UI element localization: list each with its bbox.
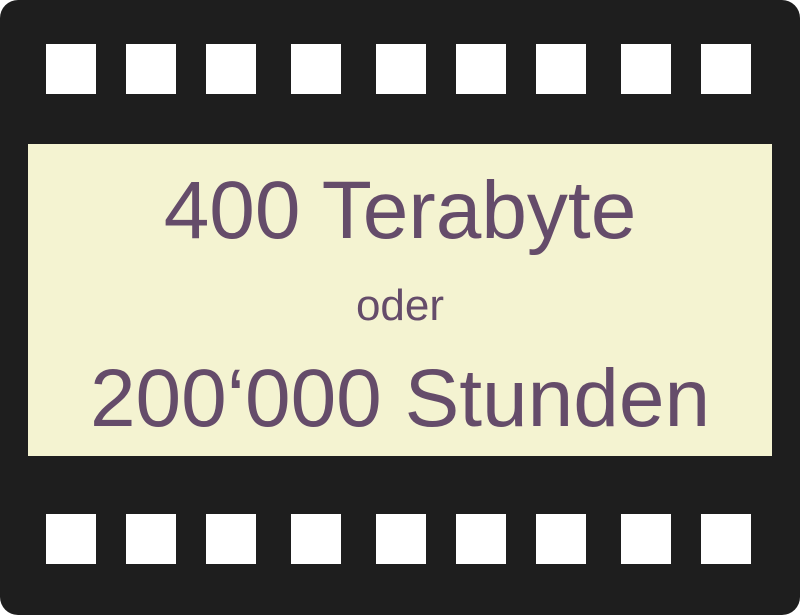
perforation-hole	[291, 514, 341, 564]
frame-text-line-1: 400 Terabyte	[163, 165, 637, 256]
perforation-hole	[126, 44, 176, 94]
perforation-hole	[701, 44, 751, 94]
perforation-hole	[376, 514, 426, 564]
perforation-hole	[46, 514, 96, 564]
perforation-hole	[621, 44, 671, 94]
perforation-hole	[126, 514, 176, 564]
frame-text-line-2: oder	[355, 281, 445, 330]
perforation-hole	[701, 514, 751, 564]
top-perforation-row	[0, 44, 800, 94]
perforation-hole	[291, 44, 341, 94]
perforation-hole	[46, 44, 96, 94]
perforation-hole	[456, 44, 506, 94]
filmstrip-graphic: 400 Terabyte oder 200‘000 Stunden	[0, 0, 800, 615]
film-frame: 400 Terabyte oder 200‘000 Stunden	[28, 144, 772, 456]
perforation-hole	[456, 514, 506, 564]
perforation-hole	[376, 44, 426, 94]
perforation-hole	[536, 514, 586, 564]
perforation-hole	[536, 44, 586, 94]
bottom-perforation-row	[0, 514, 800, 564]
perforation-hole	[206, 44, 256, 94]
perforation-hole	[621, 514, 671, 564]
frame-text-line-3: 200‘000 Stunden	[89, 353, 711, 444]
perforation-hole	[206, 514, 256, 564]
